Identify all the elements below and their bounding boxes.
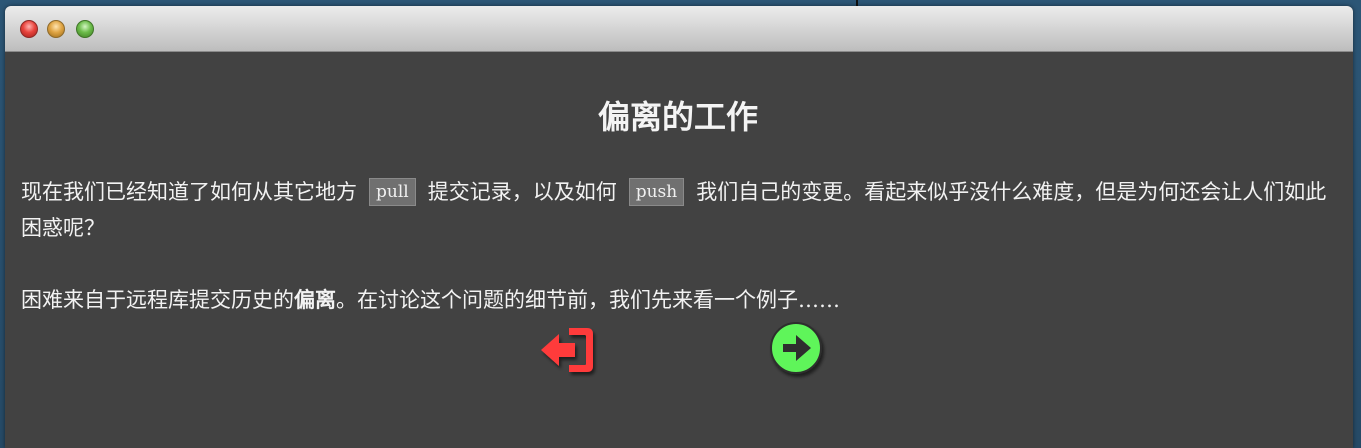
arrow-right-circle-icon	[770, 322, 822, 374]
paragraph-divergence: 困难来自于远程库提交历史的偏离。在讨论这个问题的细节前，我们先来看一个例子……	[21, 282, 1335, 318]
dialog-nav	[5, 320, 1353, 380]
paragraph-intro: 现在我们已经知道了如何从其它地方 pull 提交记录，以及如何 push 我们自己的变更…	[21, 174, 1335, 246]
next-button[interactable]	[768, 320, 828, 380]
paragraph-text: 困难来自于远程库提交历史的	[21, 288, 294, 312]
close-window-button[interactable]	[20, 20, 38, 38]
exit-button[interactable]	[535, 320, 599, 380]
paragraph-text: 提交记录，以及如何	[427, 180, 617, 204]
bold-term: 偏离	[294, 287, 336, 312]
dialog-content: 偏离的工作 现在我们已经知道了如何从其它地方 pull 提交记录，以及如何 push 我…	[5, 52, 1353, 318]
paragraph-text: 现在我们已经知道了如何从其它地方	[21, 180, 357, 204]
zoom-window-button[interactable]	[76, 20, 94, 38]
code-push: push	[628, 178, 685, 206]
code-pull: pull	[369, 178, 416, 206]
dialog-window: 偏离的工作 现在我们已经知道了如何从其它地方 pull 提交记录，以及如何 push 我…	[5, 6, 1353, 448]
minimize-window-button[interactable]	[47, 20, 65, 38]
window-titlebar[interactable]	[5, 6, 1353, 52]
desktop: 偏离的工作 现在我们已经知道了如何从其它地方 pull 提交记录，以及如何 push 我…	[0, 0, 1361, 448]
dialog-title: 偏离的工作	[597, 98, 758, 136]
exit-icon	[541, 328, 593, 372]
paragraph-text: 。在讨论这个问题的细节前，我们先来看一个例子……	[336, 288, 840, 312]
